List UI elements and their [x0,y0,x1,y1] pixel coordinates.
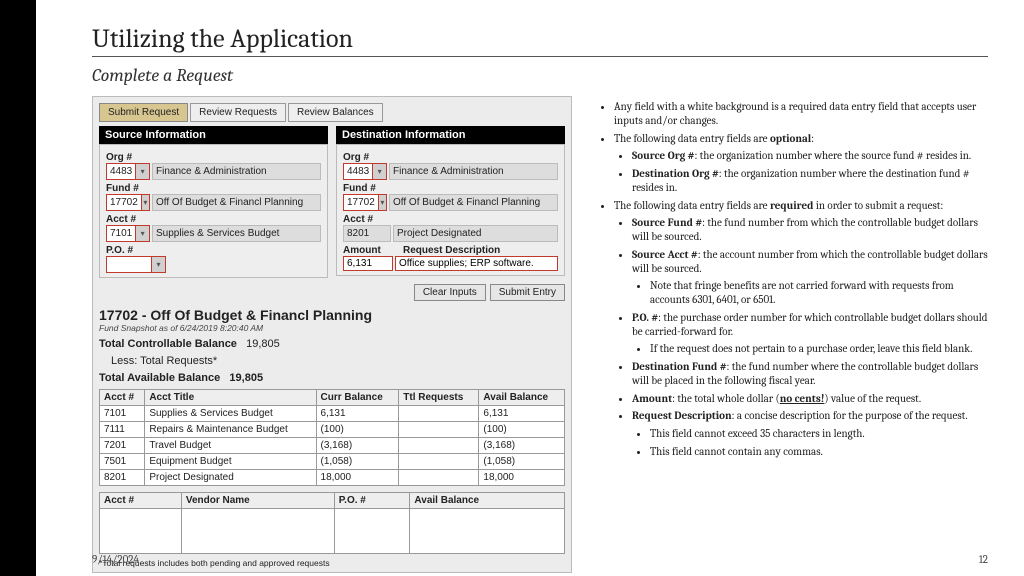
table-row: 7201Travel Budget(3,168)(3,168) [100,438,565,454]
footer-date: 9/14/2024 [92,553,139,566]
tcb-label: Total Controllable Balance [99,338,237,350]
src-fund-label: Fund # [106,183,321,194]
note-request-description: Request Description: a concise descripti… [632,409,988,458]
src-org-input[interactable]: 4483▾ [106,163,150,180]
snapshot-timestamp: Fund Snapshot as of 6/24/2019 8:20:40 AM [99,323,565,333]
chevron-down-icon[interactable]: ▾ [372,163,387,180]
amount-input[interactable] [343,256,393,271]
tab-review-balances[interactable]: Review Balances [288,103,383,122]
vendor-table: Acct #Vendor NameP.O. #Avail Balance [99,492,565,554]
request-description-input[interactable] [395,256,558,271]
note-desc-commas: This field cannot contain any commas. [650,445,988,459]
table-row: 7101Supplies & Services Budget6,1316,131 [100,406,565,422]
dst-org-name: Finance & Administration [389,163,558,180]
source-header: Source Information [99,126,328,144]
app-screenshot: Submit Request Review Requests Review Ba… [92,96,572,573]
table-row: 7111Repairs & Maintenance Budget(100)(10… [100,422,565,438]
tab-value: 19,805 [229,372,263,384]
tab-submit-request[interactable]: Submit Request [99,103,188,122]
submit-entry-button[interactable]: Submit Entry [490,284,565,301]
src-org-name: Finance & Administration [152,163,321,180]
dst-desc-label: Request Description [403,245,500,256]
less-requests-label: Less: Total Requests* [111,355,217,367]
instructions-panel: Any field with a white background is a r… [596,96,988,573]
dst-fund-label: Fund # [343,183,558,194]
footer-page: 12 [979,553,988,566]
dest-header: Destination Information [336,126,565,144]
note-source-acct: Source Acct #: the account number from w… [632,248,988,307]
tab-review-requests[interactable]: Review Requests [190,103,286,122]
dst-acct-value: 8201 [343,225,391,242]
page-title: Utilizing the Application [92,24,988,54]
tcb-value: 19,805 [246,338,280,350]
src-org-label: Org # [106,152,321,163]
dst-acct-name: Project Designated [393,225,558,242]
note-amount: Amount: the total whole dollar (no cents… [632,392,988,406]
note-required-intro: The following data entry fields are requ… [614,199,988,459]
title-rule [92,56,988,57]
chevron-down-icon[interactable]: ▾ [378,194,387,211]
side-accent [0,0,36,576]
src-fund-name: Off Of Budget & Financl Planning [152,194,321,211]
table-row: 7501Equipment Budget(1,058)(1,058) [100,454,565,470]
src-acct-name: Supplies & Services Budget [152,225,321,242]
note-source-org: Source Org #: the organization number wh… [632,149,988,163]
table-row: 8201Project Designated18,00018,000 [100,470,565,486]
src-acct-label: Acct # [106,214,321,225]
dst-amount-label: Amount [343,245,393,256]
fund-title: 17702 - Off Of Budget & Financl Planning [99,307,565,323]
note-fringe: Note that fringe benefits are not carrie… [650,279,988,307]
dst-fund-name: Off Of Budget & Financl Planning [389,194,558,211]
dst-org-input[interactable]: 4483▾ [343,163,387,180]
page-subtitle: Complete a Request [92,65,988,86]
src-po-input[interactable]: ▾ [106,256,166,273]
chevron-down-icon[interactable]: ▾ [141,194,150,211]
clear-inputs-button[interactable]: Clear Inputs [414,284,486,301]
note-intro: Any field with a white background is a r… [614,100,988,128]
account-balance-table: Acct #Acct TitleCurr BalanceTtl Requests… [99,389,565,486]
src-po-label: P.O. # [106,245,321,256]
chevron-down-icon[interactable]: ▾ [135,163,150,180]
chevron-down-icon[interactable]: ▾ [151,256,166,273]
dst-acct-label: Acct # [343,214,558,225]
note-dest-org: Destination Org #: the organization numb… [632,167,988,195]
chevron-down-icon[interactable]: ▾ [135,225,150,242]
src-acct-input[interactable]: 7101▾ [106,225,150,242]
dst-org-label: Org # [343,152,558,163]
note-desc-length: This field cannot exceed 35 characters i… [650,427,988,441]
note-dest-fund: Destination Fund #: the fund number wher… [632,360,988,388]
src-fund-input[interactable]: 17702▾ [106,194,150,211]
tab-label: Total Available Balance [99,372,220,384]
note-po: P.O. #: the purchase order number for wh… [632,311,988,356]
note-optional-intro: The following data entry fields are opti… [614,132,988,195]
note-po-blank: If the request does not pertain to a pur… [650,342,988,356]
dst-fund-input[interactable]: 17702▾ [343,194,387,211]
note-source-fund: Source Fund #: the fund number from whic… [632,216,988,244]
